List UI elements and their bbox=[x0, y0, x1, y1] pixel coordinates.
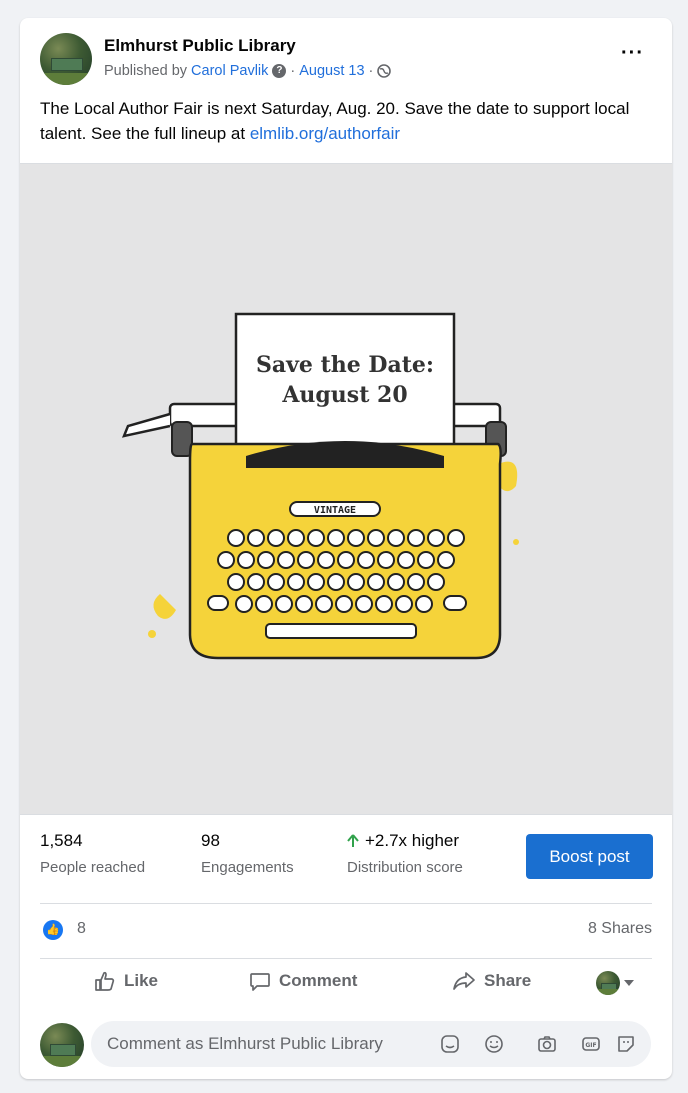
share-label: Share bbox=[484, 971, 532, 990]
paper-line-1: Save the Date: bbox=[256, 352, 434, 378]
thumbs-up-icon bbox=[95, 971, 115, 991]
reached-label: People reached bbox=[40, 859, 146, 876]
boost-post-button[interactable]: Boost post bbox=[526, 834, 653, 879]
camera-icon[interactable] bbox=[536, 1033, 558, 1055]
distribution-value: +2.7x higher bbox=[365, 831, 460, 850]
publisher-link[interactable]: Carol Pavlik bbox=[191, 63, 268, 79]
page-avatar[interactable] bbox=[40, 33, 92, 85]
meta-separator-2: · bbox=[368, 63, 374, 79]
distribution-label: Distribution score bbox=[347, 859, 463, 876]
return-lever bbox=[121, 412, 171, 438]
avatar-sticker-icon[interactable] bbox=[439, 1033, 461, 1055]
page-name[interactable]: Elmhurst Public Library bbox=[104, 36, 296, 56]
post-text: The Local Author Fair is next Saturday, … bbox=[40, 96, 652, 146]
commenter-avatar bbox=[40, 1023, 84, 1067]
audience-selector[interactable] bbox=[596, 971, 634, 995]
stat-reached: 1,584 People reached bbox=[40, 831, 145, 876]
chevron-down-icon bbox=[624, 980, 634, 986]
action-bar: Like Comment Share bbox=[20, 958, 672, 1010]
comment-icon bbox=[250, 973, 270, 991]
svg-text:GIF: GIF bbox=[585, 1042, 596, 1049]
stat-distribution: +2.7x higher Distribution score bbox=[347, 831, 463, 876]
paint-splash bbox=[153, 594, 176, 619]
post-card: Elmhurst Public Library Published by Car… bbox=[20, 18, 672, 1079]
question-icon[interactable]: ? bbox=[272, 64, 287, 78]
share-icon bbox=[453, 972, 475, 990]
engagements-label: Engagements bbox=[201, 859, 294, 876]
paint-dot-right bbox=[513, 539, 519, 545]
paper-line-2: August 20 bbox=[281, 382, 407, 408]
sticker-icon[interactable] bbox=[615, 1033, 637, 1055]
gif-icon[interactable]: GIF bbox=[580, 1033, 602, 1055]
share-button[interactable]: Share bbox=[452, 970, 531, 992]
insights-bar: 1,584 People reached 98 Engagements +2.7… bbox=[20, 813, 672, 903]
reactions-row: 👍 8 8 Shares bbox=[20, 903, 672, 958]
like-label: Like bbox=[124, 971, 159, 990]
comment-composer: Comment as Elmhurst Public Library GIF bbox=[20, 1015, 672, 1075]
post-date-link[interactable]: August 13 bbox=[299, 63, 364, 79]
more-options-button[interactable]: ··· bbox=[621, 42, 644, 65]
comment-placeholder: Comment as Elmhurst Public Library bbox=[107, 1034, 383, 1053]
globe-icon bbox=[377, 64, 392, 78]
comment-label: Comment bbox=[279, 971, 358, 990]
knob-left bbox=[171, 421, 193, 457]
engagements-value: 98 bbox=[201, 831, 220, 850]
reached-value: 1,584 bbox=[40, 831, 83, 850]
meta-separator: · bbox=[290, 63, 296, 79]
typewriter-illustration: Save the Date: August 20 VINTAGE bbox=[121, 312, 519, 660]
published-by-label: Published by bbox=[104, 63, 188, 79]
brand-text: VINTAGE bbox=[314, 505, 356, 516]
stat-engagements: 98 Engagements bbox=[201, 831, 294, 876]
post-meta: Published by Carol Pavlik ? · August 13 … bbox=[104, 63, 392, 79]
paint-dot bbox=[148, 630, 156, 638]
like-reaction-icon[interactable]: 👍 bbox=[43, 920, 63, 940]
emoji-icon[interactable] bbox=[483, 1033, 505, 1055]
reaction-count[interactable]: 8 bbox=[77, 920, 86, 938]
post-header: Elmhurst Public Library Published by Car… bbox=[20, 18, 672, 94]
like-button[interactable]: Like bbox=[94, 970, 158, 992]
shares-count[interactable]: 8 Shares bbox=[588, 920, 652, 938]
post-image[interactable]: Save the Date: August 20 VINTAGE bbox=[20, 163, 672, 815]
audience-avatar bbox=[596, 971, 620, 995]
paper-sheet bbox=[234, 312, 456, 448]
post-link[interactable]: elmlib.org/authorfair bbox=[250, 124, 400, 143]
comment-input[interactable]: Comment as Elmhurst Public Library GIF bbox=[91, 1021, 651, 1067]
distribution-row: +2.7x higher bbox=[347, 831, 463, 851]
up-arrow-icon bbox=[347, 834, 359, 847]
comment-button[interactable]: Comment bbox=[249, 970, 357, 992]
